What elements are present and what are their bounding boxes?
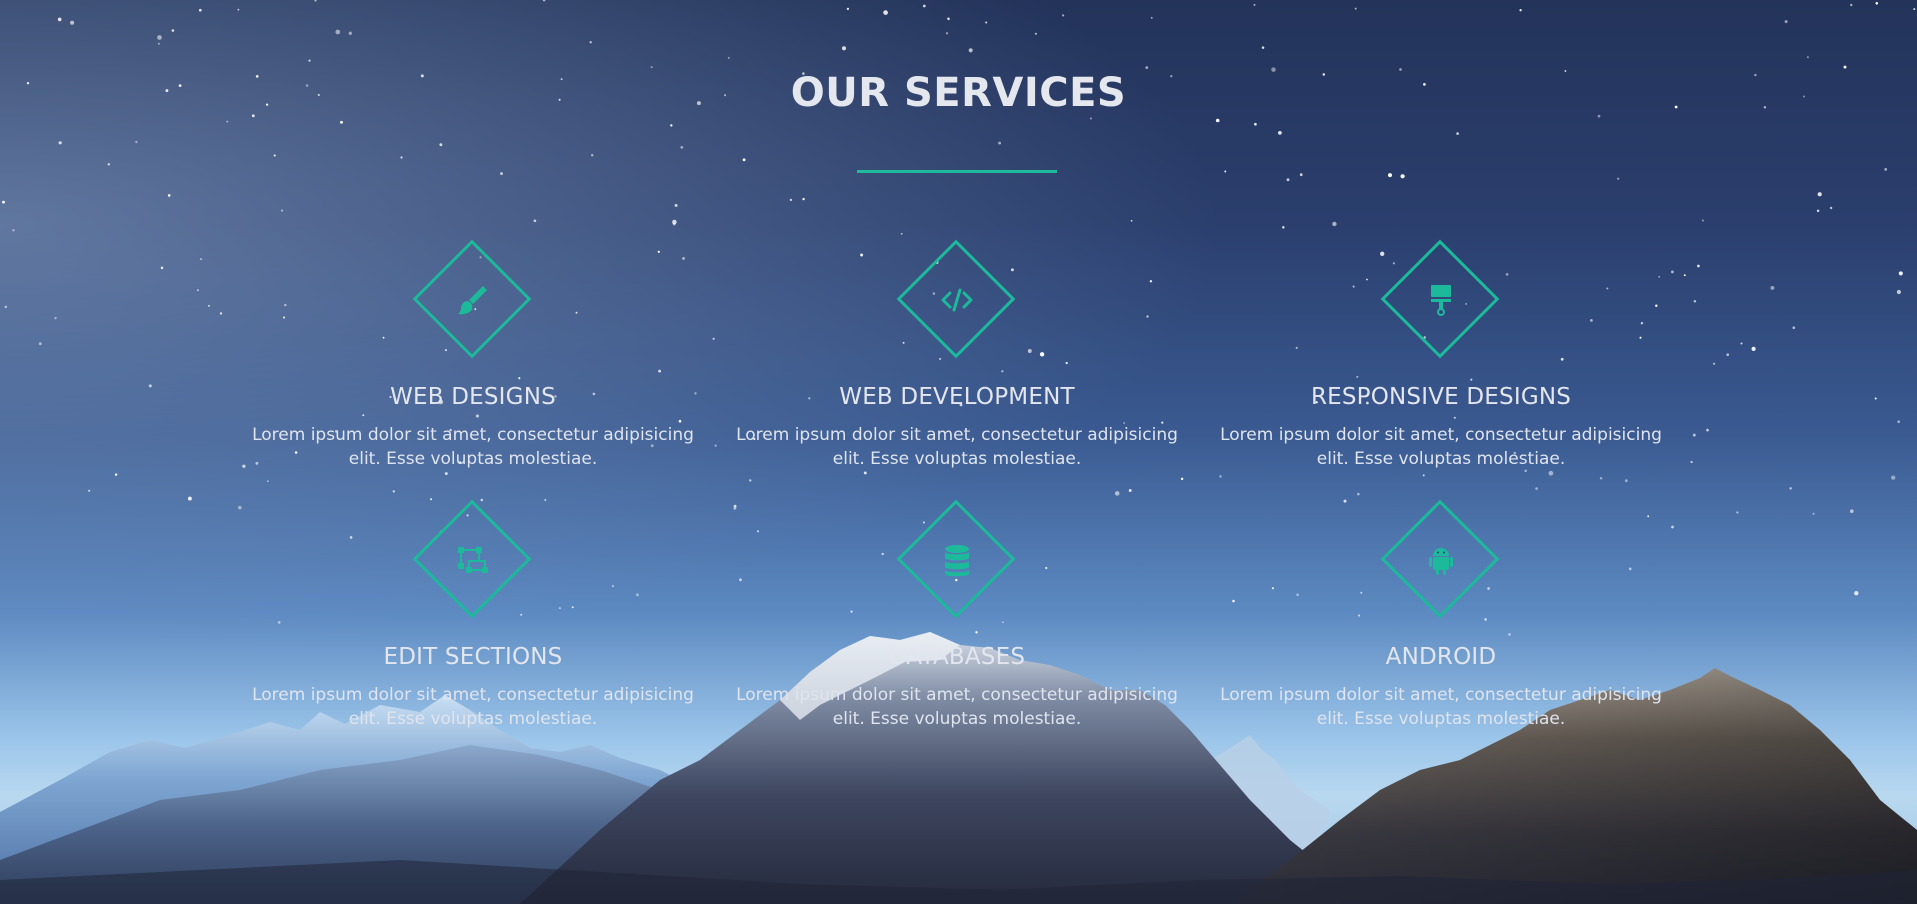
service-icon-badge xyxy=(1380,499,1501,620)
service-description: Lorem ipsum dolor sit amet, consectetur … xyxy=(252,425,694,469)
service-icon-badge xyxy=(896,239,1017,360)
service-icon-badge xyxy=(896,499,1017,620)
service-title: DATABASES xyxy=(888,644,1026,670)
service-description: Lorem ipsum dolor sit amet, consectetur … xyxy=(252,685,694,729)
service-description: Lorem ipsum dolor sit amet, consectetur … xyxy=(736,425,1178,469)
service-title: RESPONSIVE DESIGNS xyxy=(1310,384,1572,410)
service-icon-badge xyxy=(412,239,533,360)
service-description: Lorem ipsum dolor sit amet, consectetur … xyxy=(1220,685,1662,729)
service-title: EDIT SECTIONS xyxy=(383,644,563,670)
paintbrush-icon xyxy=(458,286,487,315)
code-icon xyxy=(941,288,973,312)
service-title: WEB DESIGNS xyxy=(390,384,556,410)
object-ungroup-icon xyxy=(458,547,488,573)
service-description: Lorem ipsum dolor sit amet, consectetur … xyxy=(736,685,1178,729)
database-icon xyxy=(945,545,969,577)
service-title: ANDROID xyxy=(1385,644,1497,670)
paint-roller-icon xyxy=(1431,285,1451,316)
service-description: Lorem ipsum dolor sit amet, consectetur … xyxy=(1220,425,1662,469)
service-title: WEB DEVELOPMENT xyxy=(839,384,1075,410)
android-icon xyxy=(1429,548,1453,575)
service-icon-badge xyxy=(412,499,533,620)
services-grid: WEB DESIGNS Lorem ipsum dolor sit amet, … xyxy=(0,0,1917,904)
services-section: OUR SERVICES WEB DESIGNS Lorem ipsum dol… xyxy=(0,0,1917,904)
service-icon-badge xyxy=(1380,239,1501,360)
